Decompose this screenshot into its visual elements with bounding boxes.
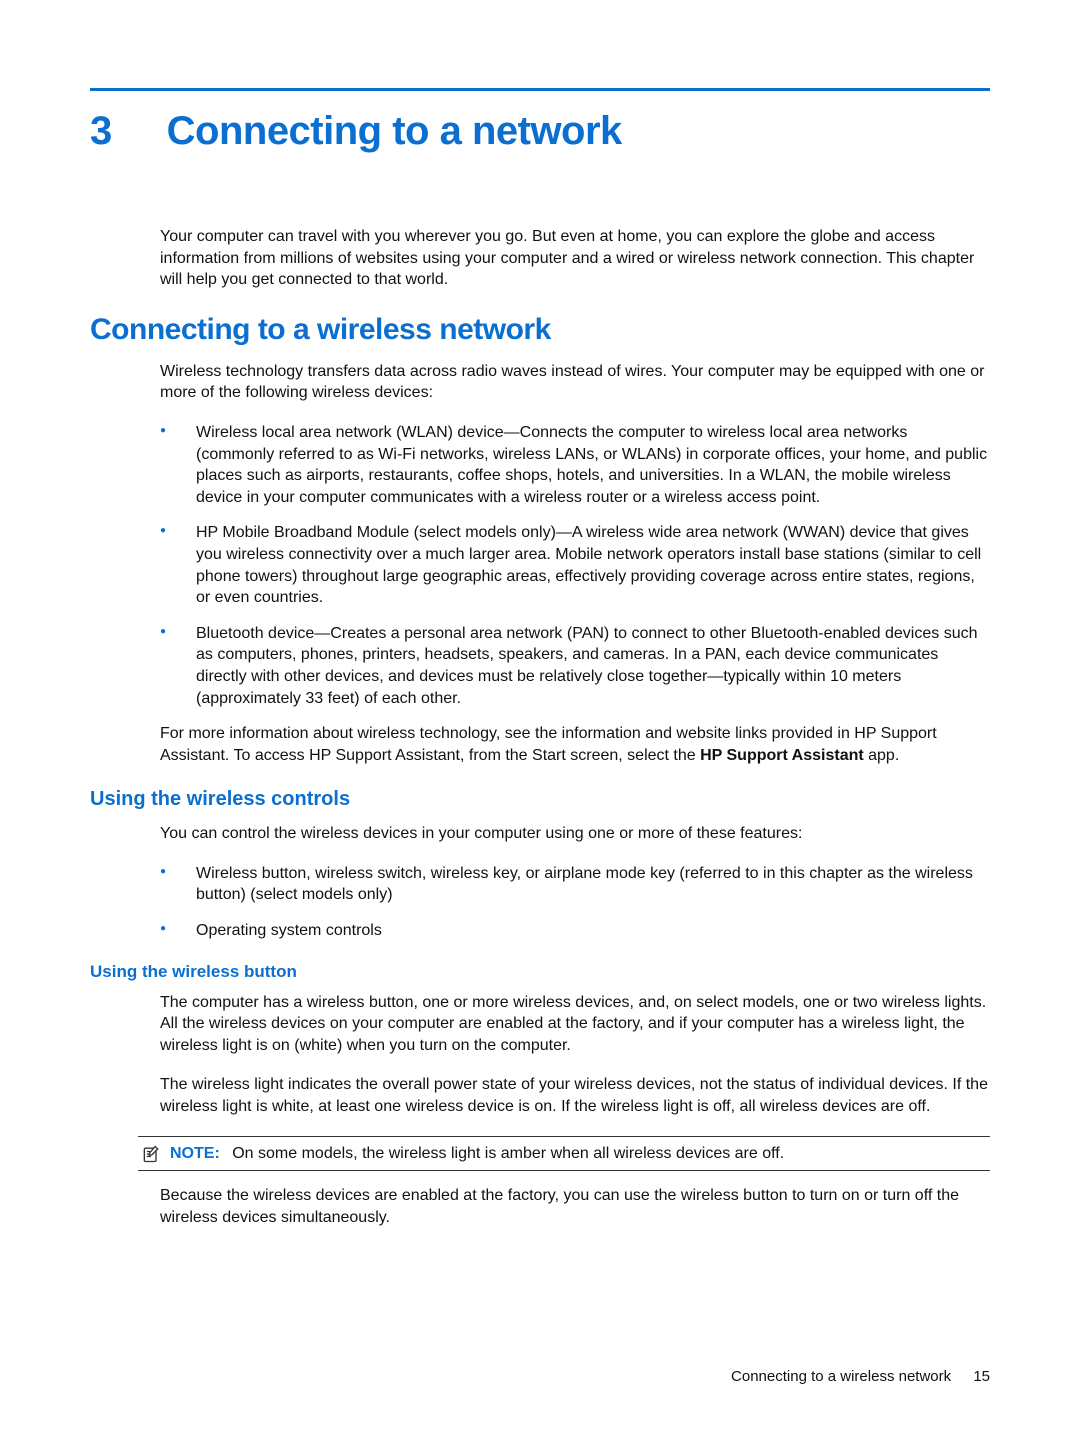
s3-paragraph-2: The wireless light indicates the overall… — [160, 1074, 990, 1117]
intro-paragraph: Your computer can travel with you wherev… — [160, 226, 990, 291]
heading-wireless-button: Using the wireless button — [90, 962, 990, 982]
chapter-rule — [90, 88, 990, 91]
list-item: Wireless button, wireless switch, wirele… — [160, 863, 990, 906]
note-line: NOTE: On some models, the wireless light… — [138, 1137, 990, 1171]
chapter-title-text: Connecting to a network — [167, 109, 622, 153]
s2-bullet-list: Wireless button, wireless switch, wirele… — [160, 863, 990, 942]
heading-wireless-controls: Using the wireless controls — [90, 788, 990, 811]
chapter-number: 3 — [90, 109, 156, 154]
note-content: NOTE: On some models, the wireless light… — [170, 1143, 784, 1165]
s1-paragraph-1: Wireless technology transfers data acros… — [160, 361, 990, 404]
s2-paragraph-1: You can control the wireless devices in … — [160, 823, 990, 845]
list-item: Bluetooth device—Creates a personal area… — [160, 623, 990, 709]
note-text: On some models, the wireless light is am… — [232, 1145, 784, 1162]
note-icon — [140, 1144, 162, 1164]
page: 3 Connecting to a network Your computer … — [0, 0, 1080, 1437]
note-label: NOTE: — [170, 1145, 220, 1162]
s1-p2-part-b: app. — [864, 747, 900, 764]
heading-connecting-wireless: Connecting to a wireless network — [90, 313, 990, 347]
s3-paragraph-3: Because the wireless devices are enabled… — [160, 1185, 990, 1228]
s3-paragraph-1: The computer has a wireless button, one … — [160, 992, 990, 1057]
list-item: Operating system controls — [160, 920, 990, 942]
s1-paragraph-2: For more information about wireless tech… — [160, 723, 990, 766]
list-item: HP Mobile Broadband Module (select model… — [160, 522, 990, 608]
page-footer: Connecting to a wireless network 15 — [731, 1368, 990, 1385]
chapter-title: 3 Connecting to a network — [90, 109, 990, 154]
s1-p2-bold: HP Support Assistant — [700, 747, 864, 764]
footer-page-number: 15 — [973, 1368, 990, 1385]
s1-bullet-list: Wireless local area network (WLAN) devic… — [160, 422, 990, 709]
note-box: NOTE: On some models, the wireless light… — [138, 1136, 990, 1172]
footer-section-text: Connecting to a wireless network — [731, 1368, 951, 1385]
list-item: Wireless local area network (WLAN) devic… — [160, 422, 990, 508]
note-rule-bottom — [138, 1170, 990, 1171]
